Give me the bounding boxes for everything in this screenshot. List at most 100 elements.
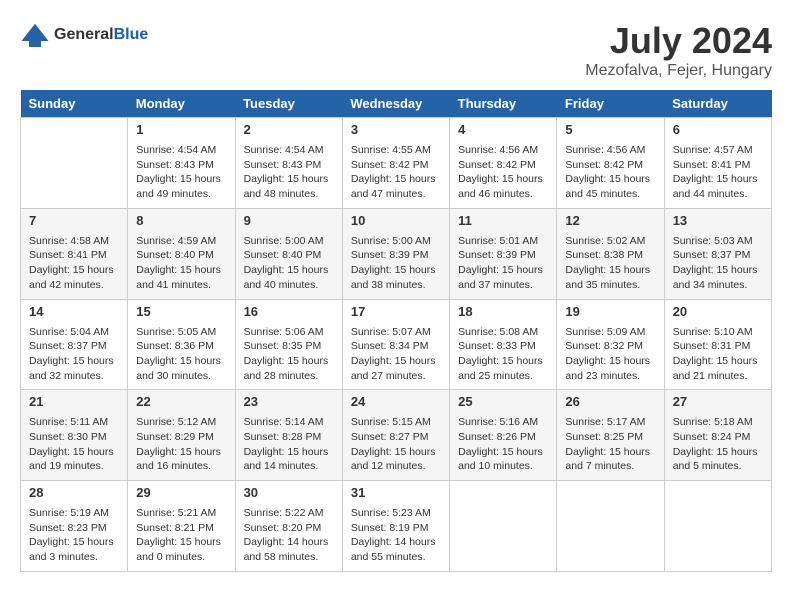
daylight-minutes-text: and 5 minutes. xyxy=(673,459,763,474)
daylight-text: Daylight: 15 hours xyxy=(351,172,441,187)
daylight-text: Daylight: 15 hours xyxy=(351,263,441,278)
date-number: 14 xyxy=(21,300,127,321)
cell-content: Sunrise: 5:18 AMSunset: 8:24 PMDaylight:… xyxy=(665,411,771,480)
sunset-text: Sunset: 8:23 PM xyxy=(29,521,119,536)
sunrise-text: Sunrise: 5:00 AM xyxy=(351,234,441,249)
calendar-cell: 13Sunrise: 5:03 AMSunset: 8:37 PMDayligh… xyxy=(664,208,771,299)
header-monday: Monday xyxy=(128,90,235,118)
sunrise-text: Sunrise: 5:08 AM xyxy=(458,325,548,340)
sunset-text: Sunset: 8:35 PM xyxy=(244,339,334,354)
calendar-cell: 8Sunrise: 4:59 AMSunset: 8:40 PMDaylight… xyxy=(128,208,235,299)
calendar-cell: 27Sunrise: 5:18 AMSunset: 8:24 PMDayligh… xyxy=(664,390,771,481)
sunset-text: Sunset: 8:20 PM xyxy=(244,521,334,536)
daylight-minutes-text: and 14 minutes. xyxy=(244,459,334,474)
daylight-minutes-text: and 45 minutes. xyxy=(565,187,655,202)
daylight-minutes-text: and 38 minutes. xyxy=(351,278,441,293)
calendar-cell: 23Sunrise: 5:14 AMSunset: 8:28 PMDayligh… xyxy=(235,390,342,481)
cell-content: Sunrise: 5:22 AMSunset: 8:20 PMDaylight:… xyxy=(236,502,342,571)
week-row-1: 1Sunrise: 4:54 AMSunset: 8:43 PMDaylight… xyxy=(21,118,772,209)
date-number: 3 xyxy=(343,118,449,139)
cell-content: Sunrise: 4:54 AMSunset: 8:43 PMDaylight:… xyxy=(128,139,234,208)
calendar-cell: 1Sunrise: 4:54 AMSunset: 8:43 PMDaylight… xyxy=(128,118,235,209)
date-number: 9 xyxy=(236,209,342,230)
daylight-text: Daylight: 15 hours xyxy=(136,172,226,187)
daylight-text: Daylight: 15 hours xyxy=(673,263,763,278)
sunrise-text: Sunrise: 4:54 AM xyxy=(244,143,334,158)
daylight-minutes-text: and 0 minutes. xyxy=(136,550,226,565)
cell-content: Sunrise: 5:10 AMSunset: 8:31 PMDaylight:… xyxy=(665,321,771,390)
sunrise-text: Sunrise: 5:15 AM xyxy=(351,415,441,430)
calendar-cell: 15 Sunrise: 5:05 AMSunset: 8:36 PMDayligh… xyxy=(128,299,235,390)
calendar-cell: 10Sunrise: 5:00 AMSunset: 8:39 PMDayligh… xyxy=(342,208,449,299)
calendar-cell: 11Sunrise: 5:01 AMSunset: 8:39 PMDayligh… xyxy=(450,208,557,299)
daylight-minutes-text: and 19 minutes. xyxy=(29,459,119,474)
sunset-text: Sunset: 8:31 PM xyxy=(673,339,763,354)
daylight-text: Daylight: 15 hours xyxy=(136,263,226,278)
cell-content: Sunrise: 5:02 AMSunset: 8:38 PMDaylight:… xyxy=(557,230,663,299)
date-number: 19 xyxy=(557,300,663,321)
daylight-text: Daylight: 15 hours xyxy=(565,263,655,278)
page-header: GeneralBlue July 2024 Mezofalva, Fejer, … xyxy=(20,20,772,80)
sunset-text: Sunset: 8:29 PM xyxy=(136,430,226,445)
sunrise-text: Sunrise: 5:22 AM xyxy=(244,506,334,521)
sunrise-text: Sunrise: 5:05 AM xyxy=(136,325,226,340)
calendar-cell: 21Sunrise: 5:11 AMSunset: 8:30 PMDayligh… xyxy=(21,390,128,481)
calendar-cell: 25Sunrise: 5:16 AMSunset: 8:26 PMDayligh… xyxy=(450,390,557,481)
cell-content: Sunrise: 5:06 AMSunset: 8:35 PMDaylight:… xyxy=(236,321,342,390)
header-wednesday: Wednesday xyxy=(342,90,449,118)
sunset-text: Sunset: 8:36 PM xyxy=(136,339,226,354)
calendar-cell: 20Sunrise: 5:10 AMSunset: 8:31 PMDayligh… xyxy=(664,299,771,390)
date-number: 15 xyxy=(128,300,234,321)
cell-content: Sunrise: 5:09 AMSunset: 8:32 PMDaylight:… xyxy=(557,321,663,390)
logo-icon xyxy=(20,20,50,50)
date-number: 12 xyxy=(557,209,663,230)
calendar-cell: 12Sunrise: 5:02 AMSunset: 8:38 PMDayligh… xyxy=(557,208,664,299)
daylight-minutes-text: and 42 minutes. xyxy=(29,278,119,293)
sunset-text: Sunset: 8:28 PM xyxy=(244,430,334,445)
sunrise-text: Sunrise: 4:57 AM xyxy=(673,143,763,158)
date-number: 2 xyxy=(236,118,342,139)
daylight-text: Daylight: 15 hours xyxy=(136,535,226,550)
date-number: 21 xyxy=(21,390,127,411)
date-number: 5 xyxy=(557,118,663,139)
calendar-cell: 5Sunrise: 4:56 AMSunset: 8:42 PMDaylight… xyxy=(557,118,664,209)
sunset-text: Sunset: 8:37 PM xyxy=(673,248,763,263)
sunset-text: Sunset: 8:25 PM xyxy=(565,430,655,445)
calendar-cell: 26Sunrise: 5:17 AMSunset: 8:25 PMDayligh… xyxy=(557,390,664,481)
daylight-text: Daylight: 15 hours xyxy=(29,445,119,460)
calendar-cell: 19Sunrise: 5:09 AMSunset: 8:32 PMDayligh… xyxy=(557,299,664,390)
sunrise-text: Sunrise: 5:07 AM xyxy=(351,325,441,340)
daylight-text: Daylight: 15 hours xyxy=(136,354,226,369)
sunset-text: Sunset: 8:41 PM xyxy=(673,158,763,173)
header-thursday: Thursday xyxy=(450,90,557,118)
logo-blue: Blue xyxy=(114,26,149,43)
daylight-minutes-text: and 30 minutes. xyxy=(136,369,226,384)
calendar-table: Sunday Monday Tuesday Wednesday Thursday… xyxy=(20,90,772,572)
date-number: 16 xyxy=(236,300,342,321)
calendar-cell: 24Sunrise: 5:15 AMSunset: 8:27 PMDayligh… xyxy=(342,390,449,481)
sunset-text: Sunset: 8:27 PM xyxy=(351,430,441,445)
date-number: 4 xyxy=(450,118,556,139)
sunset-text: Sunset: 8:42 PM xyxy=(458,158,548,173)
calendar-cell: 2Sunrise: 4:54 AMSunset: 8:43 PMDaylight… xyxy=(235,118,342,209)
header-sunday: Sunday xyxy=(21,90,128,118)
cell-content: Sunrise: 5:23 AMSunset: 8:19 PMDaylight:… xyxy=(343,502,449,571)
daylight-text: Daylight: 15 hours xyxy=(351,445,441,460)
daylight-minutes-text: and 21 minutes. xyxy=(673,369,763,384)
cell-content: Sunrise: 4:56 AMSunset: 8:42 PMDaylight:… xyxy=(450,139,556,208)
sunrise-text: Sunrise: 5:00 AM xyxy=(244,234,334,249)
sunset-text: Sunset: 8:40 PM xyxy=(136,248,226,263)
daylight-minutes-text: and 37 minutes. xyxy=(458,278,548,293)
sunset-text: Sunset: 8:24 PM xyxy=(673,430,763,445)
sunset-text: Sunset: 8:33 PM xyxy=(458,339,548,354)
calendar-cell: 31Sunrise: 5:23 AMSunset: 8:19 PMDayligh… xyxy=(342,481,449,572)
daylight-text: Daylight: 15 hours xyxy=(458,445,548,460)
sunset-text: Sunset: 8:38 PM xyxy=(565,248,655,263)
sunset-text: Sunset: 8:34 PM xyxy=(351,339,441,354)
daylight-text: Daylight: 14 hours xyxy=(244,535,334,550)
sunrise-text: Sunrise: 5:10 AM xyxy=(673,325,763,340)
logo-general: General xyxy=(54,26,114,43)
date-number: 10 xyxy=(343,209,449,230)
date-number: 25 xyxy=(450,390,556,411)
sunrise-text: Sunrise: 5:09 AM xyxy=(565,325,655,340)
